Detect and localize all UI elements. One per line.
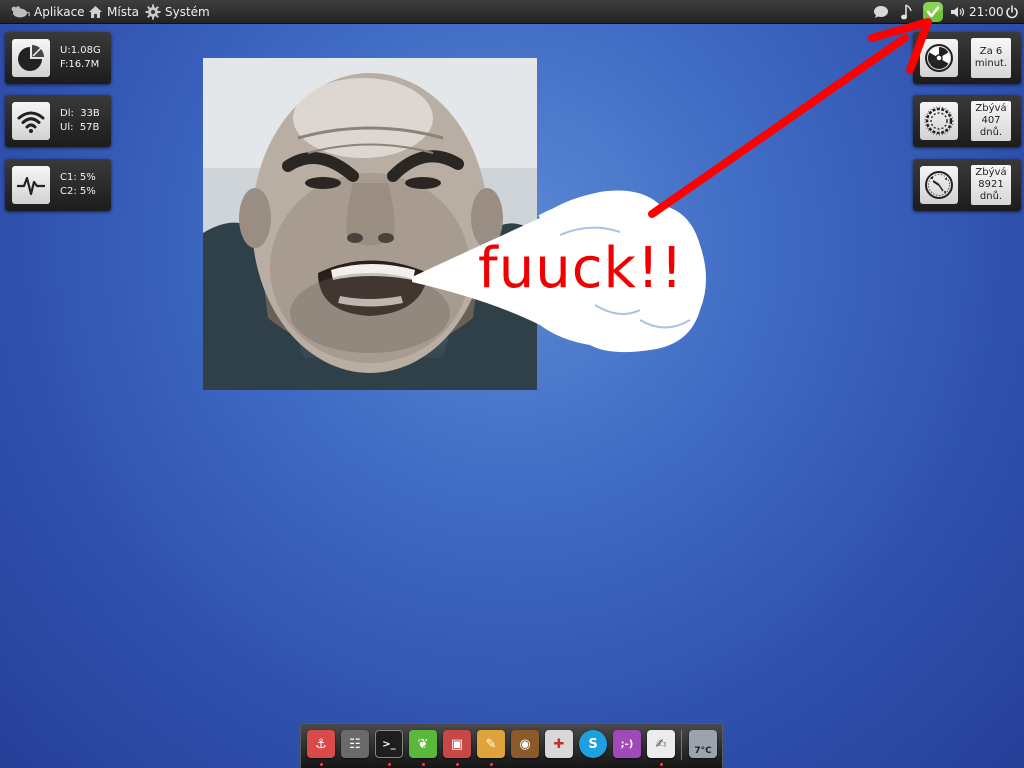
dock-separator	[681, 730, 682, 760]
skype-app-icon[interactable]: S	[579, 730, 607, 758]
weather-app-icon[interactable]: 7°C	[689, 730, 717, 758]
running-indicator	[660, 763, 663, 766]
running-indicator	[388, 763, 391, 766]
running-indicator	[320, 763, 323, 766]
games-app-icon[interactable]: ✚	[545, 730, 573, 758]
running-indicator	[456, 763, 459, 766]
terminal-app-icon[interactable]: >_	[375, 730, 403, 758]
chat-app-icon[interactable]: ;-)	[613, 730, 641, 758]
anchor-app-icon[interactable]: ⚓	[307, 730, 335, 758]
screenshot-app-icon[interactable]: ▣	[443, 730, 471, 758]
speaker-app-icon[interactable]: ◉	[511, 730, 539, 758]
leaf-app-icon[interactable]: ❦	[409, 730, 437, 758]
mixer-app-icon[interactable]: ☷	[341, 730, 369, 758]
red-arrow	[648, 18, 932, 218]
paint-app-icon[interactable]: ✎	[477, 730, 505, 758]
running-indicator	[490, 763, 493, 766]
notes-app-icon[interactable]: ✍	[647, 730, 675, 758]
dock: ⚓ ☷ >_ ❦ ▣ ✎ ◉ ✚ S ;-) ✍ 7°C	[300, 723, 723, 768]
running-indicator	[422, 763, 425, 766]
